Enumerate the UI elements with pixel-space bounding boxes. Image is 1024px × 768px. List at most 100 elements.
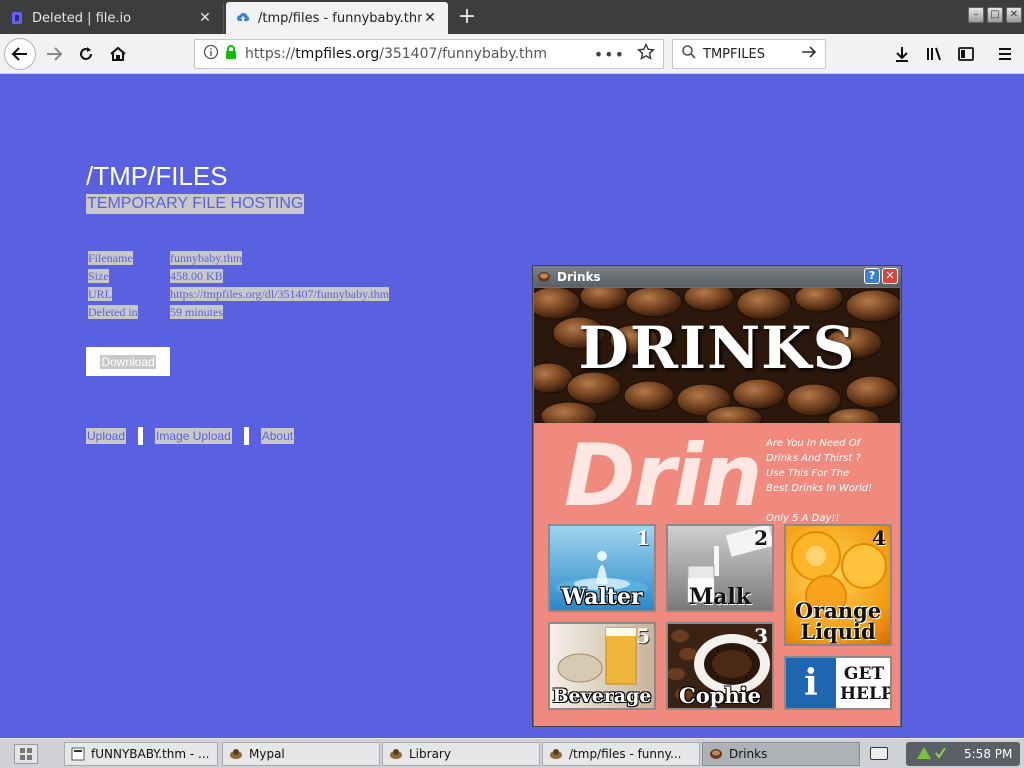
- sidebar-icon[interactable]: [954, 42, 978, 66]
- url-host: tmpfiles.org: [295, 46, 380, 62]
- get-help-button[interactable]: i GET HELP: [784, 656, 892, 710]
- tile-orange-liquid[interactable]: 4 Orange Liquid: [784, 524, 892, 646]
- tile-caption: Cophie: [678, 683, 761, 708]
- taskbar-item-label: Library: [409, 747, 451, 761]
- nav-bar: https://tmpfiles.org/351407/funnybaby.th…: [0, 34, 1024, 74]
- about-link[interactable]: About: [260, 428, 295, 444]
- url-bar[interactable]: https://tmpfiles.org/351407/funnybaby.th…: [194, 39, 664, 69]
- tab-tmpfiles[interactable]: /tmp/files - funnybaby.thm ✕: [226, 2, 448, 34]
- taskbar: fUNNYBABY.thm - ... Mypal Library /tmp/f…: [0, 738, 1024, 768]
- cloud-upload-icon: [236, 11, 250, 25]
- info-key-deleted: Deleted in: [88, 305, 138, 319]
- info-value-url[interactable]: https://tmpfiles.org/dl/351407/funnybaby…: [170, 287, 389, 301]
- minimize-icon[interactable]: –: [968, 7, 984, 23]
- drinks-window-body: DRINKS Drinks Are You In Need Of Drinks …: [534, 288, 900, 726]
- tile-number: 2: [754, 526, 768, 550]
- network-icon[interactable]: [916, 746, 932, 763]
- tile-caption: Walter: [561, 584, 643, 610]
- tab-label: /tmp/files - funnybaby.thm: [258, 10, 422, 26]
- info-key-size: Size: [88, 269, 109, 283]
- search-bar[interactable]: [672, 39, 826, 69]
- table-row: URL https://tmpfiles.org/dl/351407/funny…: [86, 285, 391, 303]
- close-icon[interactable]: ✕: [422, 10, 438, 26]
- tile-malk[interactable]: 2 Malk: [666, 524, 774, 612]
- bookmark-star-icon[interactable]: [636, 42, 656, 65]
- taskbar-item-funnybaby[interactable]: fUNNYBABY.thm - ...: [64, 742, 218, 766]
- drinks-window: Drinks ? ✕ DRINKS Drin Are You In Need O…: [532, 265, 902, 727]
- url-text[interactable]: https://tmpfiles.org/351407/funnybaby.th…: [245, 46, 594, 62]
- maximize-icon[interactable]: □: [987, 7, 1003, 23]
- start-menu-button[interactable]: [14, 744, 38, 764]
- back-arrow-icon: [11, 47, 27, 61]
- tagline-line: Best Drinks In World!: [766, 483, 873, 494]
- info-value-size: 458.00 KB: [170, 269, 223, 283]
- taskbar-item-tmpfiles[interactable]: /tmp/files - funny...: [542, 742, 700, 766]
- tab-deleted-fileio[interactable]: Deleted | file.io ✕: [0, 2, 224, 34]
- drinks-window-titlebar[interactable]: Drinks ? ✕: [533, 266, 901, 287]
- download-button[interactable]: Download: [86, 347, 170, 376]
- taskbar-item-label: fUNNYBABY.thm - ...: [91, 747, 210, 761]
- clock[interactable]: 5:58 PM: [964, 747, 1012, 761]
- big-drinks-text: Drinks: [564, 426, 762, 526]
- taskbar-item-label: /tmp/files - funny...: [569, 747, 682, 761]
- info-value-deleted: 59 minutes: [170, 305, 223, 319]
- new-tab-button[interactable]: +: [455, 4, 479, 30]
- tab-label: Deleted | file.io: [32, 10, 132, 26]
- image-upload-link[interactable]: Image Upload: [155, 428, 232, 444]
- drinks-banner-title: DRINKS: [578, 314, 856, 382]
- reload-button[interactable]: [70, 38, 102, 70]
- link-separator: [243, 427, 249, 445]
- tab-bar: Deleted | file.io ✕ /tmp/files - funnyba…: [0, 0, 1024, 34]
- page-actions-icon[interactable]: •••: [594, 45, 625, 64]
- home-button[interactable]: [102, 38, 134, 70]
- forward-button[interactable]: [38, 38, 70, 70]
- search-go-icon[interactable]: [801, 44, 817, 64]
- reload-icon: [80, 47, 92, 60]
- taskbar-item-label: Drinks: [729, 747, 768, 761]
- tagline-line: Drinks And Thirst ?: [766, 453, 861, 464]
- coffee-cup-icon: [710, 749, 722, 759]
- info-key: Size: [86, 267, 168, 285]
- help-icon[interactable]: ?: [864, 268, 880, 284]
- close-window-icon[interactable]: ✕: [1006, 7, 1022, 23]
- file-info-table: Filename funnybaby.thm Size 458.00 KB UR…: [86, 249, 391, 321]
- search-input[interactable]: [703, 46, 793, 62]
- tile-cophie[interactable]: 3 Cophie: [666, 622, 774, 710]
- table-row: Filename funnybaby.thm: [86, 249, 391, 267]
- tile-number: 1: [636, 526, 650, 550]
- taskbar-item-mypal[interactable]: Mypal: [222, 742, 380, 766]
- upload-link[interactable]: Upload: [86, 428, 127, 444]
- tile-beverage[interactable]: 5 Beverage: [548, 622, 656, 710]
- fileio-icon: [10, 11, 24, 25]
- taskbar-item-drinks[interactable]: Drinks: [702, 742, 860, 766]
- menu-icon[interactable]: [993, 42, 1017, 66]
- forward-arrow-icon: [47, 47, 63, 61]
- keyboard-icon[interactable]: [870, 747, 888, 760]
- coffee-beans-banner: DRINKS: [534, 288, 900, 423]
- close-icon[interactable]: ✕: [882, 268, 898, 284]
- site-title: /TMP/FILES: [86, 161, 228, 191]
- coffee-cup-icon: [538, 271, 550, 282]
- url-path: /351407/funnybaby.thm: [379, 46, 548, 62]
- info-value: https://tmpfiles.org/dl/351407/funnybaby…: [168, 285, 391, 303]
- taskbar-item-library[interactable]: Library: [382, 742, 540, 766]
- lock-icon: [225, 45, 237, 63]
- info-value: 59 minutes: [168, 303, 391, 321]
- tile-caption: Beverage: [552, 685, 652, 707]
- close-icon[interactable]: ✕: [197, 10, 213, 26]
- drinks-window-title: Drinks: [557, 269, 601, 284]
- info-icon[interactable]: [203, 44, 219, 64]
- info-icon: i: [786, 658, 836, 708]
- back-button[interactable]: [4, 38, 36, 70]
- update-icon[interactable]: [934, 746, 946, 763]
- library-icon[interactable]: [922, 42, 946, 66]
- info-key: URL: [86, 285, 168, 303]
- info-value: 458.00 KB: [168, 267, 391, 285]
- table-row: Size 458.00 KB: [86, 267, 391, 285]
- download-label: Download: [100, 354, 156, 369]
- apps-grid-icon: [20, 748, 32, 760]
- download-icon[interactable]: [890, 42, 914, 66]
- table-row: Deleted in 59 minutes: [86, 303, 391, 321]
- home-icon: [110, 46, 126, 61]
- tile-walter[interactable]: 1 Walter: [548, 524, 656, 612]
